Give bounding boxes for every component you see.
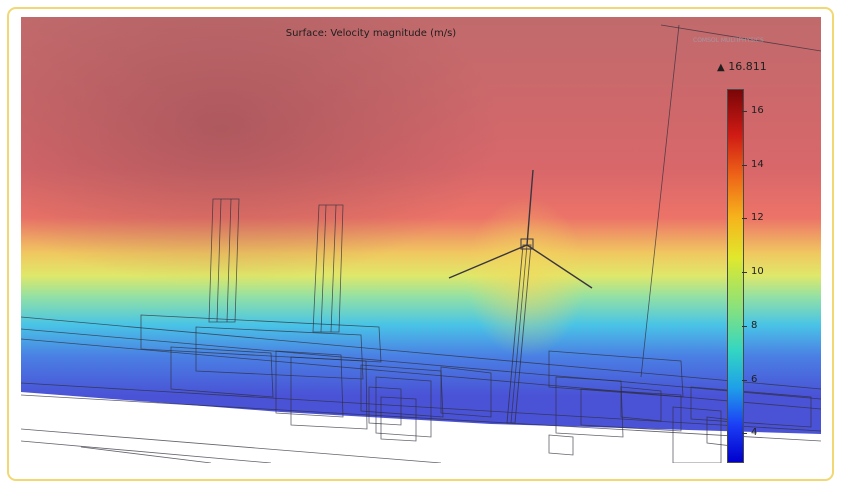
colorbar-tick-label: 6 [751,373,758,385]
colorbar-tick-mark [742,218,747,220]
colorbar-tick-mark [742,325,747,327]
colorbar-tick-mark [742,164,747,166]
plot-title: Surface: Velocity magnitude (m/s) [285,28,457,39]
watermark: COMSOL MULTIPHYSICS [693,37,764,44]
max-value: 16.811 [728,60,767,73]
triangle-up-icon: ▲ [717,62,725,73]
colorbar-tick-label: 4 [751,427,758,439]
colorbar-tick-label: 14 [751,158,764,170]
colorbar-tick-label: 8 [751,319,758,331]
figure-frame: Surface: Velocity magnitude (m/s) COMSOL… [7,7,834,481]
plot-area[interactable]: Surface: Velocity magnitude (m/s) COMSOL… [21,17,821,463]
colorbar-tick-label: 10 [751,266,764,278]
max-value-label: ▲ 16.811 [717,60,767,73]
colorbar-tick-label: 12 [751,212,764,224]
colorbar-tick-mark [742,272,747,274]
colorbar [727,89,744,463]
colorbar-tick-label: 16 [751,104,764,116]
colorbar-tick-mark [742,379,747,381]
colorbar-tick-mark [742,110,747,112]
velocity-field [21,17,821,463]
colorbar-tick-mark [742,433,747,435]
